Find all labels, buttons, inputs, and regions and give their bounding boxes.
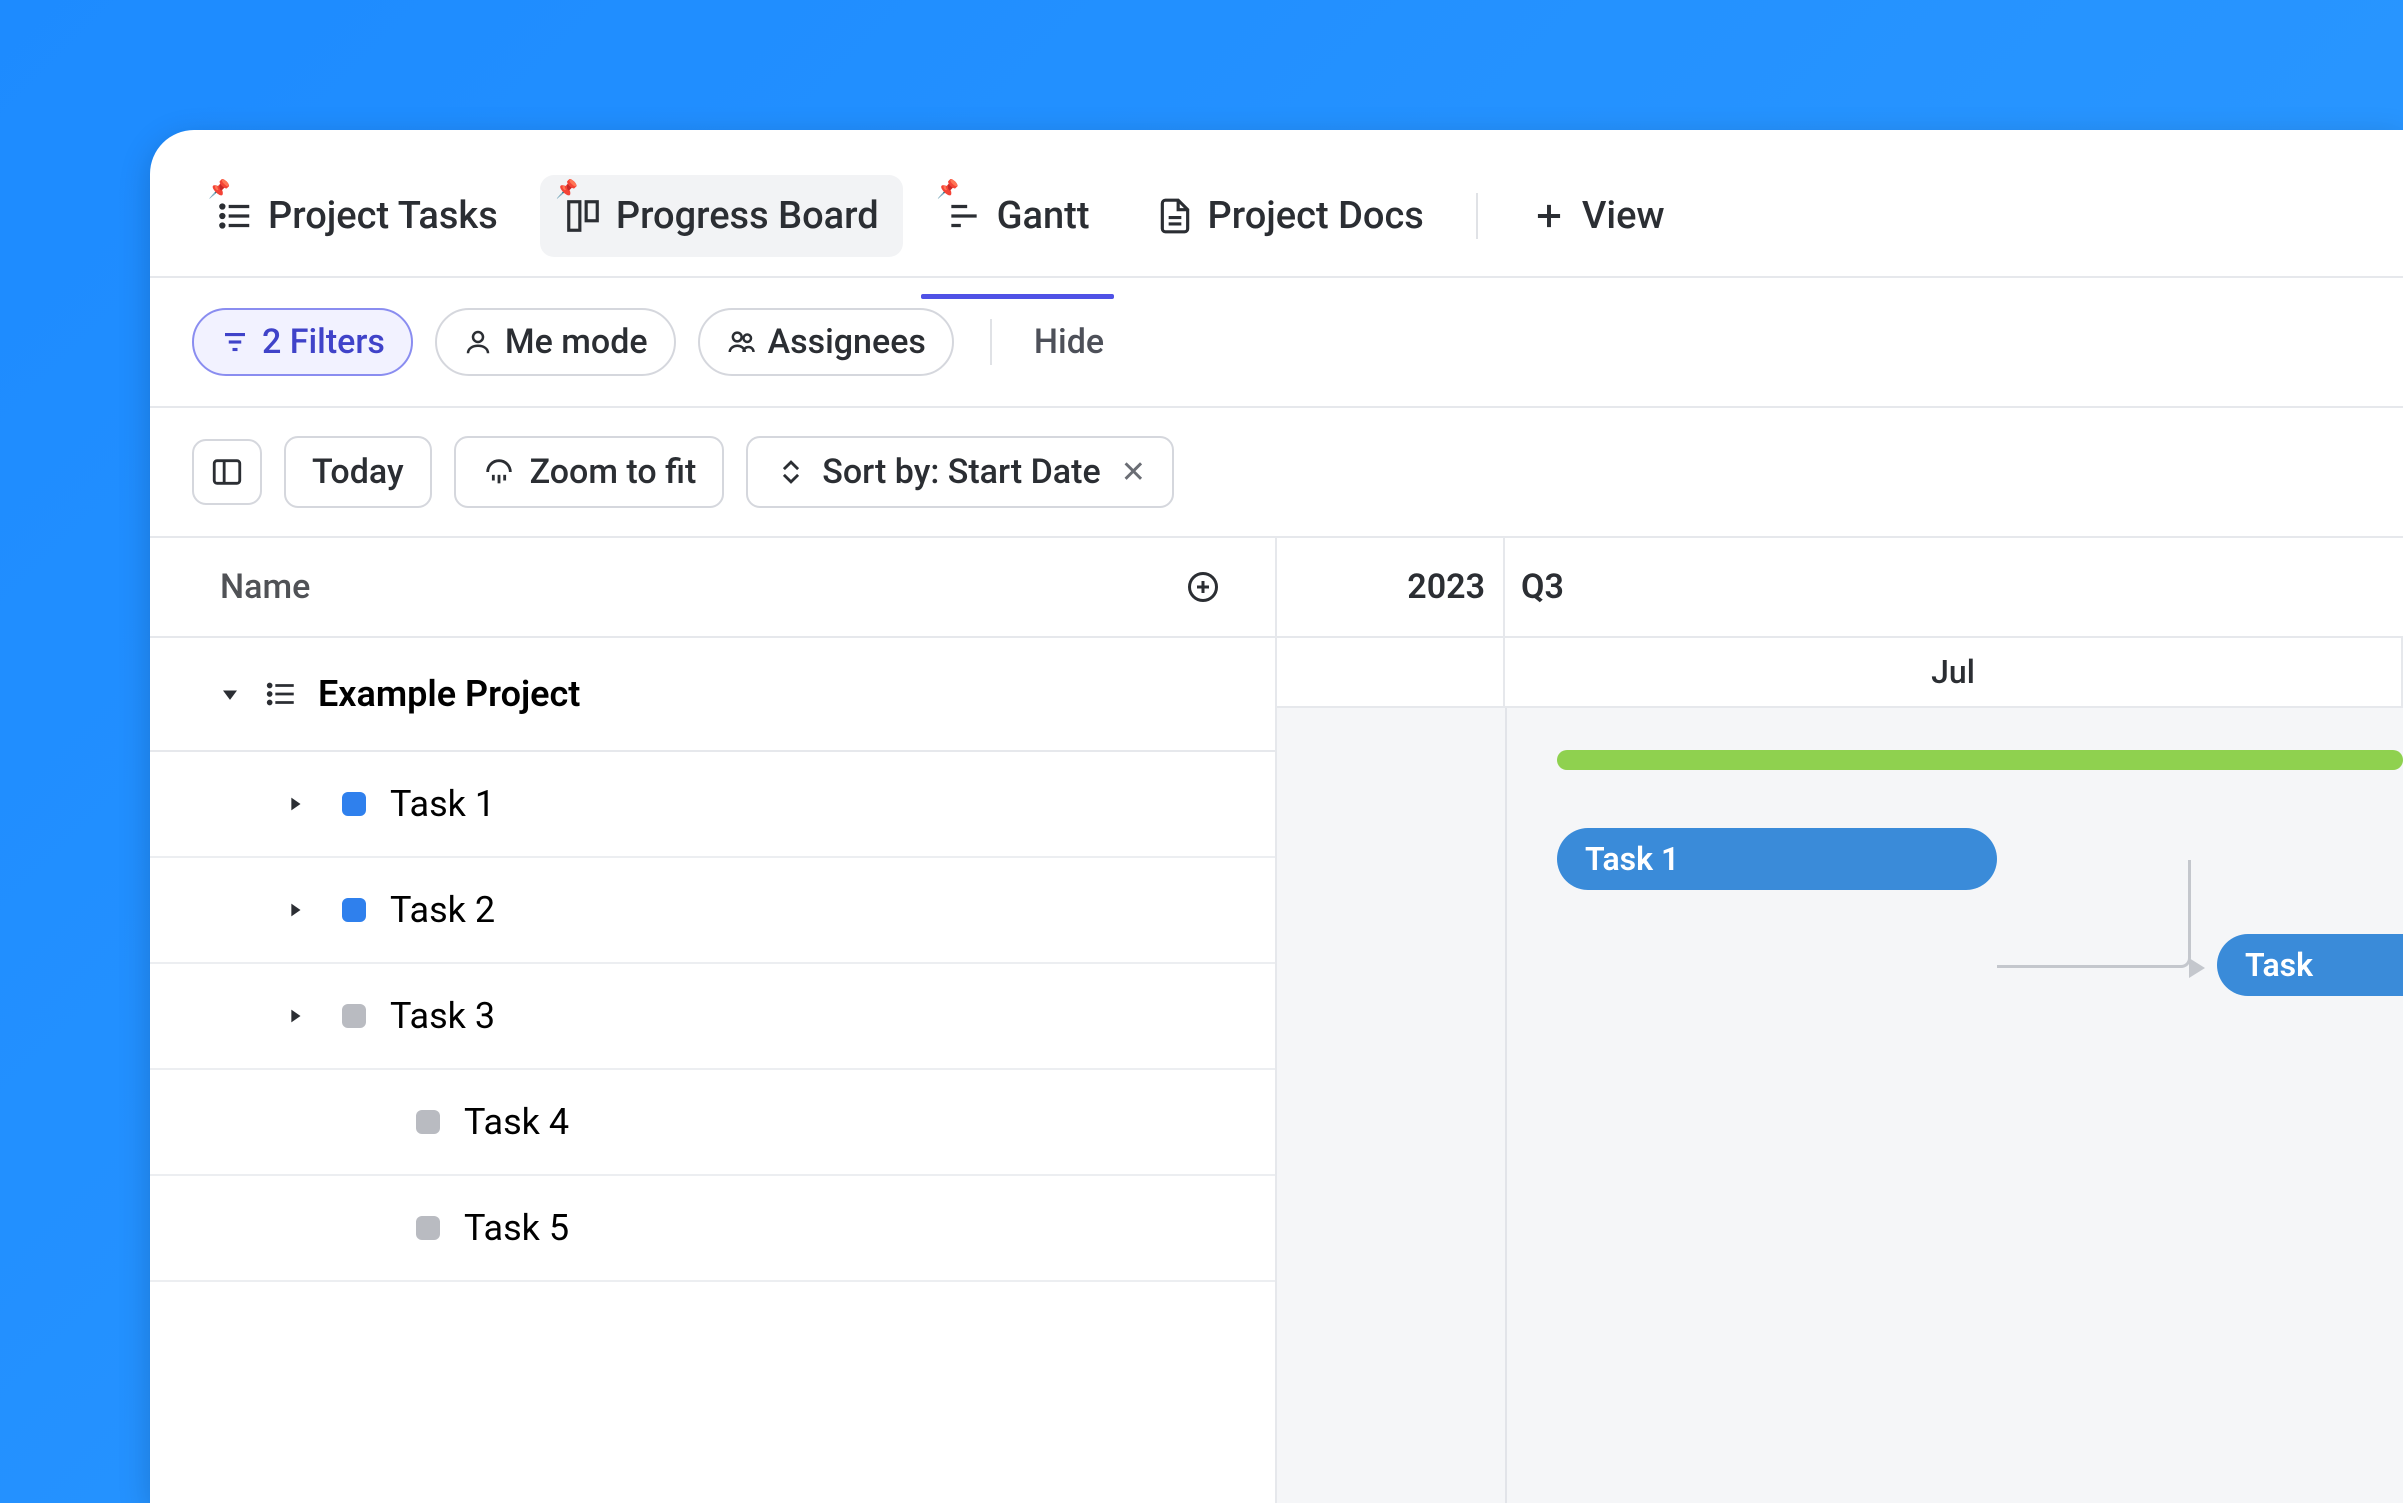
gantt-header: 2023 Q3	[1277, 538, 2403, 638]
status-dot	[416, 1216, 440, 1240]
task-row[interactable]: Task 2	[150, 858, 1275, 964]
document-icon	[1156, 197, 1194, 235]
tab-label: Project Docs	[1208, 194, 1424, 238]
add-view-button[interactable]: View	[1506, 175, 1689, 257]
task-row[interactable]: Task 5	[150, 1176, 1275, 1282]
gantt-task-bar[interactable]: Task	[2217, 934, 2403, 996]
task-row[interactable]: Task 4	[150, 1070, 1275, 1176]
gantt-quarter-label: Q3	[1505, 538, 2403, 636]
tab-label: Gantt	[997, 194, 1090, 238]
hide-button[interactable]: Hide	[1034, 322, 1104, 362]
zoom-to-fit-button[interactable]: Zoom to fit	[454, 436, 725, 508]
zoom-fit-icon	[482, 455, 516, 489]
gantt-year-label: 2023	[1277, 538, 1505, 636]
caret-right-icon	[284, 1005, 306, 1027]
people-icon	[726, 327, 756, 357]
tab-label: Progress Board	[616, 194, 879, 238]
sort-by-button[interactable]: Sort by: Start Date ✕	[746, 436, 1174, 508]
filter-icon	[220, 327, 250, 357]
task-name: Task 2	[390, 889, 495, 931]
sort-by-label: Sort by: Start Date	[822, 452, 1100, 492]
gantt-summary-bar[interactable]	[1557, 750, 2403, 770]
pin-icon: 📌	[556, 179, 578, 200]
project-row[interactable]: Example Project	[150, 638, 1275, 752]
caret-right-icon	[284, 793, 306, 815]
list-icon	[264, 677, 298, 711]
tab-progress-board[interactable]: 📌 Progress Board	[540, 175, 903, 257]
gantt-dependency-line	[1997, 860, 2191, 968]
filters-divider	[990, 319, 992, 365]
tab-divider	[1476, 193, 1478, 239]
person-icon	[463, 327, 493, 357]
caret-right-icon	[284, 899, 306, 921]
gantt-bar-label: Task	[2245, 946, 2313, 984]
gantt-month-label: Jul	[1505, 638, 2403, 706]
sort-icon	[774, 455, 808, 489]
today-label: Today	[312, 452, 404, 492]
clear-sort-icon[interactable]: ✕	[1121, 455, 1146, 490]
filters-chip[interactable]: 2 Filters	[192, 308, 413, 376]
task-row[interactable]: Task 3	[150, 964, 1275, 1070]
gantt-body: Task 1 Task	[1277, 708, 2403, 1503]
panel-icon	[210, 455, 244, 489]
status-dot	[342, 1004, 366, 1028]
filters-chip-label: 2 Filters	[262, 322, 385, 362]
me-mode-label: Me mode	[505, 322, 648, 362]
status-dot	[342, 898, 366, 922]
gantt-icon	[945, 197, 983, 235]
caret-down-icon	[216, 680, 244, 708]
task-name: Task 4	[464, 1101, 569, 1143]
task-name: Task 1	[390, 783, 495, 825]
task-name: Task 3	[390, 995, 495, 1037]
gantt-dependency-arrow-icon	[2189, 958, 2205, 978]
tab-gantt[interactable]: 📌 Gantt	[921, 175, 1114, 257]
app-window: 📌 Project Tasks 📌 Progress Board 📌 Gantt…	[150, 130, 2403, 1503]
gantt-chart[interactable]: 2023 Q3 Jul Task 1 Task	[1277, 538, 2403, 1503]
filter-bar: 2 Filters Me mode Assignees Hide	[150, 278, 2403, 408]
task-list-header: Name	[150, 538, 1275, 638]
view-tabs: 📌 Project Tasks 📌 Progress Board 📌 Gantt…	[150, 130, 2403, 278]
tab-project-tasks[interactable]: 📌 Project Tasks	[192, 175, 522, 257]
tab-project-docs[interactable]: Project Docs	[1132, 175, 1448, 257]
gantt-gridline	[1505, 708, 1507, 1503]
task-list: Name Example Project Task 1 Task 2	[150, 538, 1277, 1503]
gantt-subheader: Jul	[1277, 638, 2403, 708]
list-icon	[216, 197, 254, 235]
today-button[interactable]: Today	[284, 436, 432, 508]
gantt-toolbar: Today Zoom to fit Sort by: Start Date ✕	[150, 408, 2403, 538]
status-dot	[416, 1110, 440, 1134]
plus-icon	[1530, 197, 1568, 235]
main-content: Name Example Project Task 1 Task 2	[150, 538, 2403, 1503]
project-name: Example Project	[318, 673, 580, 715]
add-view-label: View	[1582, 194, 1665, 238]
me-mode-chip[interactable]: Me mode	[435, 308, 676, 376]
assignees-label: Assignees	[768, 322, 926, 362]
pin-icon: 📌	[937, 179, 959, 200]
zoom-to-fit-label: Zoom to fit	[530, 452, 697, 492]
board-icon	[564, 197, 602, 235]
assignees-chip[interactable]: Assignees	[698, 308, 954, 376]
gantt-task-bar[interactable]: Task 1	[1557, 828, 1997, 890]
pin-icon: 📌	[208, 179, 230, 200]
gantt-sub-spacer	[1277, 638, 1505, 706]
status-dot	[342, 792, 366, 816]
tab-label: Project Tasks	[268, 194, 498, 238]
toggle-sidebar-button[interactable]	[192, 439, 262, 505]
gantt-bar-label: Task 1	[1585, 840, 1679, 878]
task-row[interactable]: Task 1	[150, 752, 1275, 858]
task-name: Task 5	[464, 1207, 569, 1249]
name-column-header: Name	[220, 567, 310, 607]
add-task-icon[interactable]	[1185, 569, 1221, 605]
